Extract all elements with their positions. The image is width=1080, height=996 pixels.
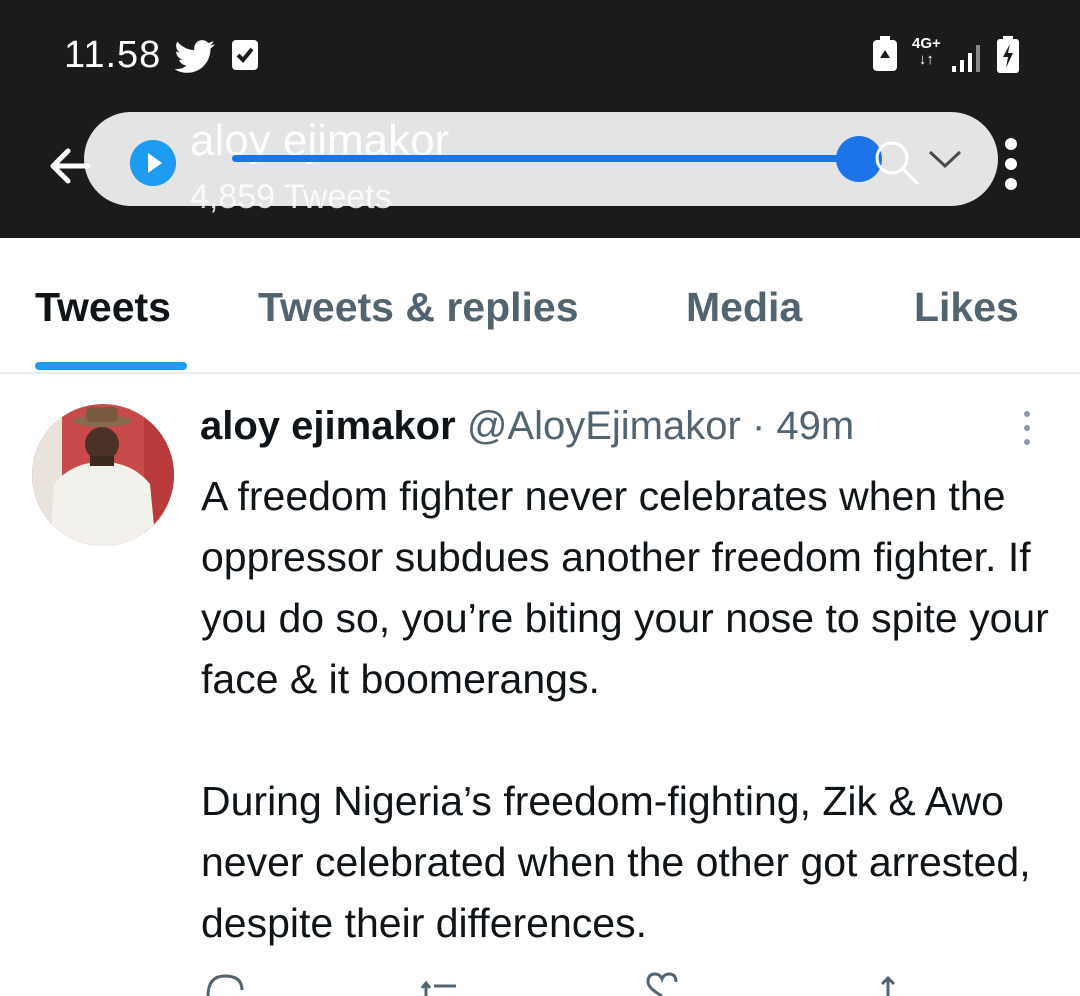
checkbox-icon — [232, 40, 258, 70]
profile-tabs: Tweets Tweets & replies Media Likes — [0, 238, 1080, 374]
more-vertical-icon[interactable] — [1000, 136, 1022, 192]
status-time: 11.58 — [64, 34, 162, 76]
media-progress-track[interactable] — [232, 155, 860, 162]
tweet-paragraph: A freedom fighter never celebrates when … — [201, 473, 1049, 702]
play-icon[interactable] — [130, 140, 176, 186]
active-tab-indicator — [35, 362, 187, 370]
battery-charging-icon — [997, 36, 1019, 73]
network-type: 4G+ — [912, 35, 941, 52]
tweet-more-icon[interactable] — [1020, 408, 1034, 448]
tweet-actions — [200, 966, 1060, 996]
search-icon[interactable] — [872, 138, 922, 188]
retweet-icon[interactable] — [420, 966, 470, 996]
tweet-author-name[interactable]: aloy ejimakor — [200, 404, 456, 448]
profile-header: aloy ejimakor 4,859 Tweets — [0, 110, 1080, 216]
like-icon[interactable] — [640, 966, 684, 996]
back-arrow-icon[interactable] — [48, 144, 92, 188]
chevron-down-icon[interactable] — [924, 144, 966, 174]
tab-likes[interactable]: Likes — [914, 284, 1019, 331]
tweet-handle[interactable]: @AloyEjimakor — [467, 404, 741, 448]
header-tweet-count: 4,859 Tweets — [190, 178, 392, 216]
tab-tweets[interactable]: Tweets — [35, 284, 171, 331]
network-indicator: 4G+ ↓↑ — [912, 36, 941, 68]
tweet-text: A freedom fighter never celebrates when … — [201, 466, 1071, 954]
top-bar: 11.58 4G+ ↓↑ aloy ejimakor 4,859 Tweets — [0, 0, 1080, 238]
share-icon[interactable] — [876, 966, 900, 996]
battery-saver-icon — [873, 36, 897, 71]
signal-icon — [952, 45, 980, 72]
tweet-separator: · — [751, 404, 766, 448]
tweet[interactable]: aloy ejimakor @AloyEjimakor · 49m A free… — [0, 374, 1080, 996]
tweet-header: aloy ejimakor @AloyEjimakor · 49m — [200, 404, 854, 449]
tab-tweets-replies[interactable]: Tweets & replies — [258, 284, 579, 331]
tweet-paragraph: During Nigeria’s freedom-fighting, Zik &… — [201, 778, 1031, 946]
avatar[interactable] — [32, 404, 174, 546]
tweet-time[interactable]: 49m — [776, 404, 854, 448]
reply-icon[interactable] — [204, 966, 246, 996]
data-arrows-icon: ↓↑ — [918, 51, 934, 68]
tab-media[interactable]: Media — [686, 284, 802, 331]
twitter-icon — [174, 40, 215, 73]
status-bar: 11.58 4G+ ↓↑ — [0, 30, 1080, 80]
